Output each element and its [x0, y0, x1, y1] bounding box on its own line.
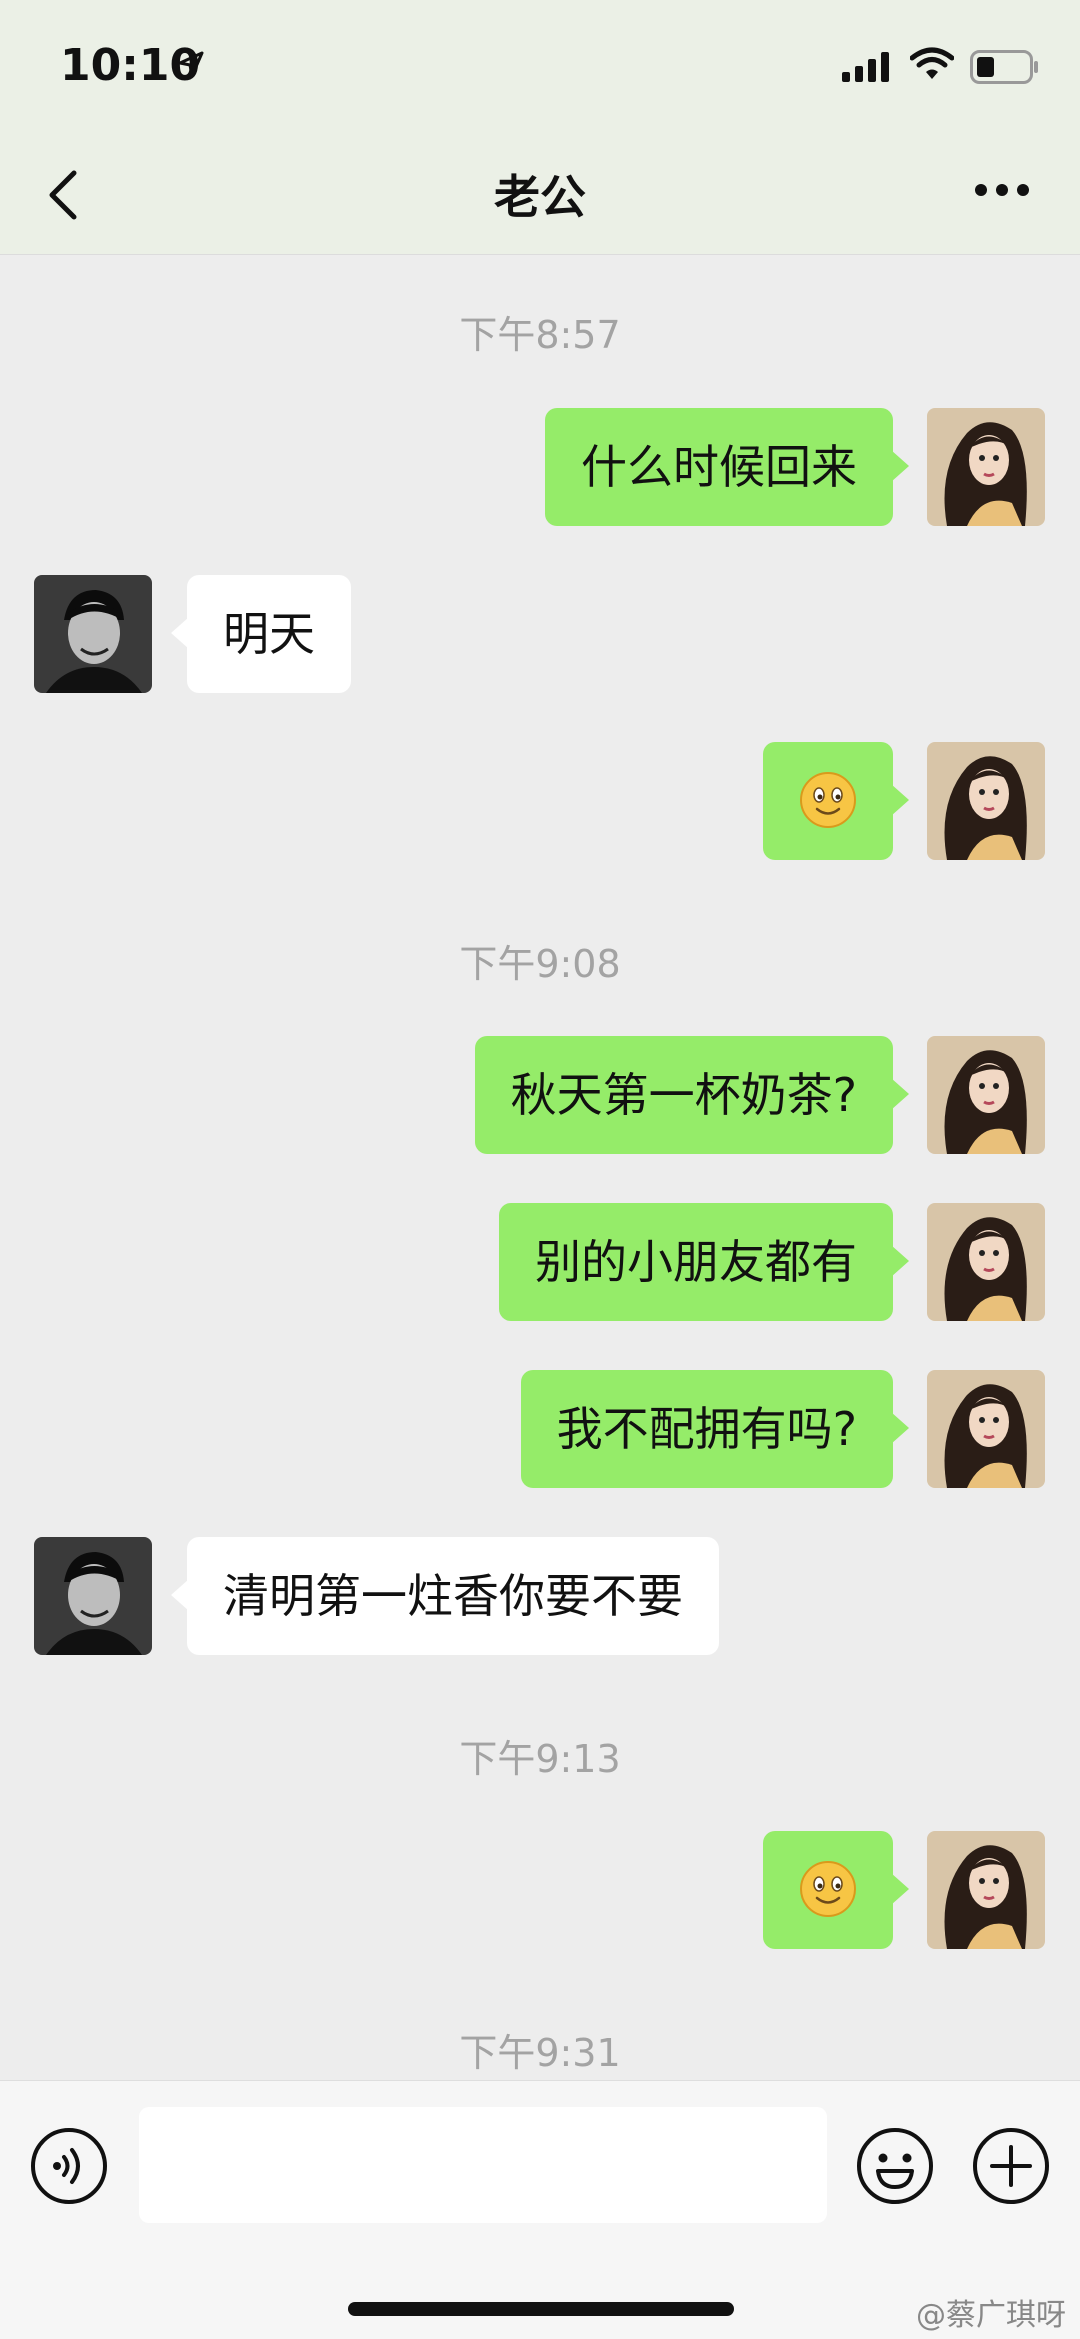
smile-emoji-icon: [800, 772, 856, 828]
message-bubble-me[interactable]: 秋天第一杯奶茶?: [474, 1036, 910, 1154]
timestamp: 下午8:57: [459, 313, 621, 357]
avatar-me[interactable]: [927, 1203, 1045, 1321]
avatar-me[interactable]: [927, 1036, 1045, 1154]
message-bubble-me-emoji[interactable]: [763, 742, 909, 860]
timestamp: 下午9:08: [459, 942, 621, 986]
avatar-him[interactable]: [34, 575, 152, 693]
message-bubble-me[interactable]: 我不配拥有吗?: [520, 1370, 910, 1488]
message-input[interactable]: [139, 2107, 827, 2223]
voice-icon[interactable]: [30, 2127, 108, 2205]
chat-title: 老公: [494, 170, 586, 224]
watermark: @蔡广琪呀: [916, 2298, 1066, 2333]
avatar-me[interactable]: [927, 742, 1045, 860]
message-bubble-me-emoji[interactable]: [763, 1831, 909, 1949]
wifi-icon: [910, 47, 954, 79]
timestamp: 下午9:13: [459, 1737, 621, 1781]
smile-emoji-icon: [800, 1861, 856, 1917]
message-bubble-me[interactable]: 别的小朋友都有: [499, 1203, 909, 1321]
more-dots-icon[interactable]: [974, 183, 1030, 197]
location-arrow-icon: [178, 51, 204, 78]
battery-icon: [970, 50, 1038, 84]
plus-icon[interactable]: [972, 2127, 1050, 2205]
signal-icon: [842, 52, 889, 82]
nav-bar: 老公: [0, 135, 1080, 255]
avatar-me[interactable]: [927, 1831, 1045, 1949]
avatar-me[interactable]: [927, 408, 1045, 526]
message-bubble-him[interactable]: 明天: [171, 575, 351, 693]
timestamp: 下午9:31: [459, 2031, 621, 2075]
status-bar: 10:10: [0, 0, 1080, 135]
avatar-him[interactable]: [34, 1537, 152, 1655]
message-bubble-me[interactable]: 什么时候回来: [545, 408, 909, 526]
emoji-icon[interactable]: [856, 2127, 934, 2205]
message-bubble-him[interactable]: 清明第一炷香你要不要: [171, 1537, 719, 1655]
avatar-me[interactable]: [927, 1370, 1045, 1488]
home-indicator[interactable]: [348, 2302, 734, 2316]
